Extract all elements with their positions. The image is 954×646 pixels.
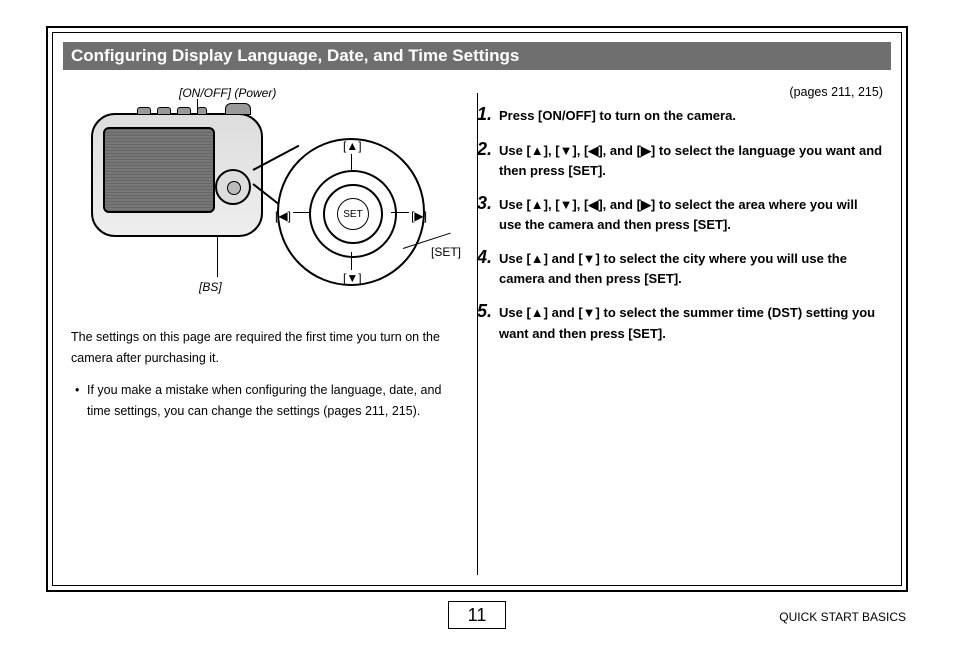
step-item: 2. Use [▲], [▼], [◀], and [▶] to select … bbox=[477, 139, 883, 181]
bullet-mark-icon: • bbox=[71, 380, 87, 423]
camera-screen-icon bbox=[103, 127, 215, 213]
arrow-up-icon: [▲] bbox=[526, 143, 548, 158]
page-outer-frame: Configuring Display Language, Date, and … bbox=[46, 26, 908, 592]
intro-paragraph: The settings on this page are required t… bbox=[71, 327, 447, 370]
camera-dpad-icon bbox=[215, 169, 251, 205]
arrow-down-icon: [▼] bbox=[555, 143, 577, 158]
arrow-up-icon: [▲] bbox=[526, 251, 548, 266]
camera-body-icon bbox=[91, 113, 263, 237]
step-number: 1. bbox=[477, 104, 499, 126]
leader-line bbox=[351, 154, 352, 172]
step-item: 5. Use [▲] and [▼] to select the summer … bbox=[477, 301, 883, 343]
camera-top-button-icon bbox=[177, 107, 191, 115]
page-number-box: 11 bbox=[448, 601, 506, 629]
note-bullet: • If you make a mistake when configuring… bbox=[71, 380, 447, 423]
step-text: Use [▲] and [▼] to select the summer tim… bbox=[499, 301, 883, 343]
page-number: 11 bbox=[468, 605, 487, 626]
step-number: 3. bbox=[477, 193, 499, 235]
page-inner-frame: Configuring Display Language, Date, and … bbox=[52, 32, 902, 586]
step-number: 5. bbox=[477, 301, 499, 343]
power-button-label: [ON/OFF] (Power) bbox=[179, 83, 276, 103]
leader-line bbox=[391, 212, 409, 213]
leader-line bbox=[217, 237, 218, 277]
leader-line bbox=[293, 212, 311, 213]
right-column: (pages 211, 215) 1. Press [ON/OFF] to tu… bbox=[477, 83, 883, 575]
arrow-up-icon: [▲] bbox=[526, 197, 548, 212]
camera-shutter-icon bbox=[225, 103, 251, 115]
arrow-up-label: [▲] bbox=[343, 136, 362, 156]
step-number: 4. bbox=[477, 247, 499, 289]
arrow-down-icon: [▼] bbox=[578, 251, 600, 266]
section-title-text: Configuring Display Language, Date, and … bbox=[71, 46, 519, 66]
note-text: If you make a mistake when configuring t… bbox=[87, 380, 447, 423]
step-item: 1. Press [ON/OFF] to turn on the camera. bbox=[477, 104, 883, 126]
step-text: Use [▲], [▼], [◀], and [▶] to select the… bbox=[499, 193, 883, 235]
arrow-right-icon: [▶] bbox=[637, 197, 656, 212]
content-area: [ON/OFF] (Power) [BS] bbox=[71, 83, 883, 575]
step-number: 2. bbox=[477, 139, 499, 181]
arrow-right-label: [▶] bbox=[411, 206, 427, 226]
camera-power-button-icon bbox=[197, 107, 207, 115]
arrow-down-icon: [▼] bbox=[578, 305, 600, 320]
arrow-left-icon: [◀] bbox=[584, 197, 603, 212]
instruction-steps: 1. Press [ON/OFF] to turn on the camera.… bbox=[477, 104, 883, 343]
bs-button-label: [BS] bbox=[199, 277, 222, 297]
dpad-callout: SET [▲] [▼] [◀] [▶] [SET] bbox=[277, 138, 425, 286]
arrow-left-icon: [◀] bbox=[584, 143, 603, 158]
step-item: 4. Use [▲] and [▼] to select the city wh… bbox=[477, 247, 883, 289]
camera-diagram: [ON/OFF] (Power) [BS] bbox=[79, 83, 439, 313]
step-item: 3. Use [▲], [▼], [◀], and [▶] to select … bbox=[477, 193, 883, 235]
set-label: [SET] bbox=[431, 242, 461, 262]
arrow-left-label: [◀] bbox=[275, 206, 291, 226]
leader-line bbox=[351, 252, 352, 270]
arrow-down-label: [▼] bbox=[343, 268, 362, 288]
step-text: Press [ON/OFF] to turn on the camera. bbox=[499, 104, 736, 126]
arrow-right-icon: [▶] bbox=[637, 143, 656, 158]
arrow-down-icon: [▼] bbox=[555, 197, 577, 212]
left-column: [ON/OFF] (Power) [BS] bbox=[71, 83, 477, 575]
page-footer: 11 QUICK START BASICS bbox=[0, 608, 954, 638]
step-text: Use [▲], [▼], [◀], and [▶] to select the… bbox=[499, 139, 883, 181]
arrow-up-icon: [▲] bbox=[526, 305, 548, 320]
camera-top-button-icon bbox=[137, 107, 151, 115]
camera-top-button-icon bbox=[157, 107, 171, 115]
footer-section-label: QUICK START BASICS bbox=[779, 610, 906, 624]
section-title-bar: Configuring Display Language, Date, and … bbox=[63, 42, 891, 70]
step-text: Use [▲] and [▼] to select the city where… bbox=[499, 247, 883, 289]
set-button-icon: SET bbox=[337, 198, 369, 230]
page-reference: (pages 211, 215) bbox=[477, 83, 883, 102]
